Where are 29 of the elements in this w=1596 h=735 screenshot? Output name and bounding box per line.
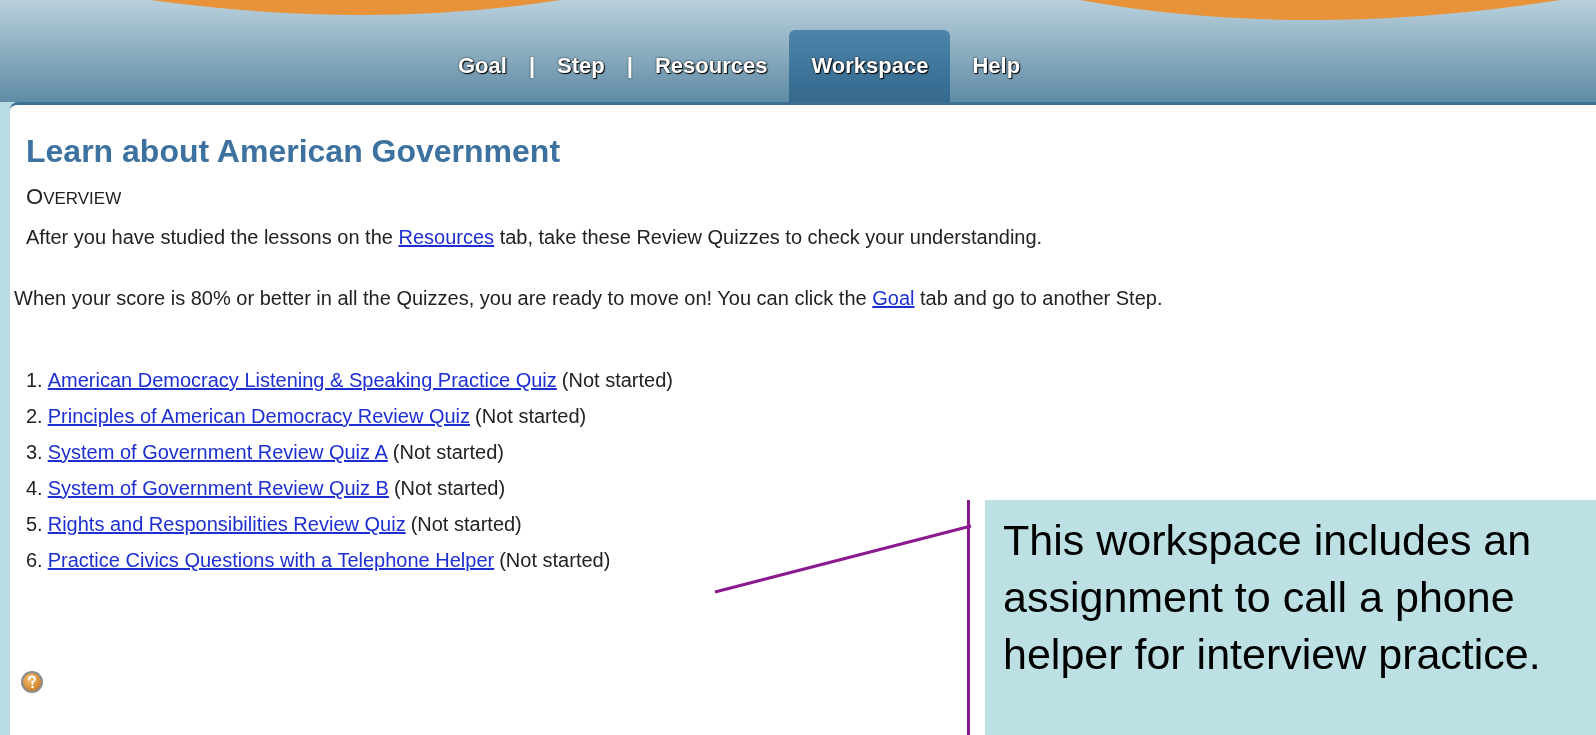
quiz-status: (Not started) — [393, 476, 506, 500]
quiz-status: (Not started) — [475, 404, 587, 428]
quiz-status: (Not started) — [392, 440, 504, 464]
quiz-link[interactable]: Practice Civics Questions with a Telephone Helper — [47, 548, 495, 572]
section-heading: OVERVIEW — [26, 184, 123, 210]
list-number: 2. — [26, 404, 43, 428]
callout-text: This workspace includes an assignment to call a phone helper for interview practice. — [1003, 515, 1542, 680]
list-number: 3. — [26, 440, 43, 464]
text-link[interactable]: Goal — [872, 287, 915, 309]
instruction-text: After you have studied the lessons on the Resources tab, take these Review Quizzes to check your understanding. — [26, 226, 1044, 249]
quiz-status: (Not started) — [410, 512, 522, 536]
list-number: 6. — [26, 548, 43, 572]
list-number: 1. — [26, 368, 43, 392]
help-icon[interactable] — [20, 670, 44, 694]
quiz-link[interactable]: American Democracy Listening & Speaking Practice Quiz — [47, 368, 557, 392]
nav-separator: | — [528, 53, 536, 79]
instruction-text: When your score is 80% or better in all the Quizzes, you are ready to move on! You can click the Goal tab and go to another Step. — [14, 287, 1164, 310]
quiz-link[interactable]: Principles of American Democracy Review Quiz — [47, 404, 471, 428]
quiz-status: (Not started) — [499, 548, 611, 572]
text-link[interactable]: Resources — [398, 226, 495, 248]
quiz-status: (Not started) — [561, 368, 673, 392]
nav-separator: | — [626, 53, 633, 79]
nav-tab[interactable]: Workspace — [789, 30, 951, 102]
quiz-link[interactable]: System of Government Review Quiz B — [47, 476, 389, 500]
list-number: 5. — [26, 512, 43, 536]
page-title: Learn about American Government — [26, 133, 562, 170]
quiz-link[interactable]: System of Government Review Quiz A — [47, 440, 388, 464]
list-number: 4. — [26, 476, 43, 500]
quiz-link[interactable]: Rights and Responsibilities Review Quiz — [47, 512, 406, 536]
